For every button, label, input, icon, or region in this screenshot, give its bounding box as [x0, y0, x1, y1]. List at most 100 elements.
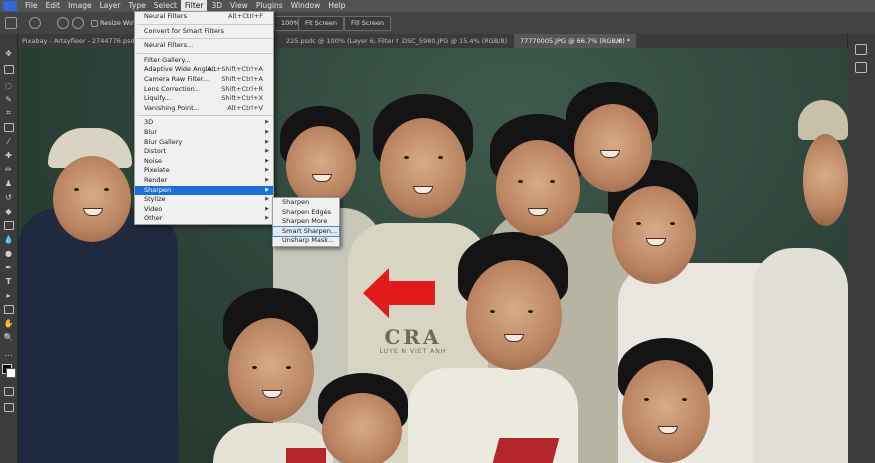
- menu-item-label: Video: [144, 204, 163, 213]
- crop-tool-icon[interactable]: ⌗: [3, 108, 14, 118]
- gradient-tool-icon[interactable]: [3, 220, 14, 230]
- tab-document-1[interactable]: Pixabay - Artsyfleer - 2744776.psdc: [22, 34, 137, 48]
- filter-menu-item-camera-raw-filter[interactable]: Camera Raw Filter... Shift+Ctrl+A: [135, 75, 273, 85]
- shirt-right: [753, 248, 848, 463]
- history-brush-tool-icon[interactable]: ↺: [3, 192, 14, 202]
- zoom-tool-panel-icon[interactable]: 🔍: [3, 332, 14, 342]
- submenu-arrow-icon: ▶: [265, 119, 269, 126]
- menu-image[interactable]: Image: [64, 0, 96, 12]
- filter-menu-item-neural-filters[interactable]: Neural Filters Alt+Ctrl+F: [135, 12, 273, 22]
- filter-menu-item-render[interactable]: Render ▶: [135, 176, 273, 186]
- jacket-left: [18, 208, 178, 463]
- filter-menu-item-distort[interactable]: Distort ▶: [135, 147, 273, 157]
- menu-separator: [137, 23, 273, 25]
- eye: [528, 310, 533, 313]
- sharpen-menu-item-smart-sharpen[interactable]: Smart Sharpen...: [272, 225, 340, 238]
- background-color-swatch[interactable]: [6, 368, 16, 378]
- filter-menu-item-blur-gallery[interactable]: Blur Gallery ▶: [135, 138, 273, 148]
- menu-item-label: Other: [144, 214, 163, 223]
- home-icon[interactable]: [5, 17, 17, 29]
- menu-item-shortcut: Alt+Ctrl+V: [227, 103, 263, 112]
- zoom-in-icon[interactable]: [57, 17, 69, 29]
- filter-menu-item-video[interactable]: Video ▶: [135, 205, 273, 215]
- sharpen-menu-item-sharpen[interactable]: Sharpen: [273, 198, 339, 208]
- resize-window-checkbox[interactable]: [91, 20, 98, 27]
- fill-screen-button[interactable]: Fill Screen: [344, 16, 392, 31]
- fit-screen-button[interactable]: Fit Screen: [298, 16, 345, 31]
- photoshop-logo-icon[interactable]: [3, 1, 17, 11]
- sharpen-menu-item-unsharp-mask[interactable]: Unsharp Mask...: [273, 236, 339, 246]
- filter-menu-item-other[interactable]: Other ▶: [135, 214, 273, 224]
- menu-item-label: 3D: [144, 118, 154, 127]
- more-tools-icon[interactable]: …: [3, 348, 14, 358]
- eye: [670, 222, 675, 225]
- dodge-tool-icon[interactable]: ●: [3, 248, 14, 258]
- submenu-arrow-icon: ▶: [265, 148, 269, 155]
- sharpen-menu-item-sharpen-more[interactable]: Sharpen More: [273, 217, 339, 227]
- move-tool-icon[interactable]: ✥: [3, 48, 14, 58]
- zoom-tool-icon[interactable]: [29, 17, 41, 29]
- menu-window[interactable]: Window: [287, 0, 325, 12]
- marquee-tool-icon[interactable]: [3, 64, 14, 74]
- type-tool-icon[interactable]: T: [3, 276, 14, 286]
- filter-menu-item-neural-filters[interactable]: Neural Filters...: [135, 41, 273, 51]
- filter-menu-item-adaptive-wide-angle[interactable]: Adaptive Wide Angle... Alt+Shift+Ctrl+A: [135, 65, 273, 75]
- eyedropper-tool-icon[interactable]: ⁄: [3, 136, 14, 146]
- lasso-tool-icon[interactable]: ◌: [3, 80, 14, 90]
- face-right-edge: [803, 134, 848, 226]
- menu-item-label: Liquify...: [144, 94, 171, 103]
- menu-separator: [137, 52, 273, 54]
- filter-menu-item-stylize[interactable]: Stylize ▶: [135, 195, 273, 205]
- filter-menu-item-convert-for-smart-filters[interactable]: Convert for Smart Filters: [135, 27, 273, 37]
- rectangle-tool-icon[interactable]: [3, 304, 14, 314]
- pen-tool-icon[interactable]: ✒: [3, 262, 14, 272]
- filter-menu-item-sharpen[interactable]: Sharpen ▶: [135, 185, 273, 196]
- sharpen-menu-item-sharpen-edges[interactable]: Sharpen Edges: [273, 208, 339, 218]
- menu-item-label: Sharpen: [282, 198, 310, 206]
- face-boy-front-left: [228, 318, 314, 422]
- quick-mask-icon[interactable]: [3, 386, 14, 396]
- menu-item-label: Pixelate: [144, 166, 170, 175]
- blur-tool-icon[interactable]: 💧: [3, 234, 14, 244]
- menu-item-label: Sharpen: [144, 185, 172, 194]
- menu-edit[interactable]: Edit: [42, 0, 65, 12]
- tab-document-3[interactable]: DSC_5980.JPG @ 15.4% (RGB/8): [402, 34, 510, 48]
- eye: [490, 310, 495, 313]
- menu-help[interactable]: Help: [324, 0, 349, 12]
- zoom-out-icon[interactable]: [72, 17, 84, 29]
- menu-item-label: Neural Filters...: [144, 41, 194, 50]
- eye: [104, 188, 109, 191]
- filter-menu-item-lens-correction[interactable]: Lens Correction... Shift+Ctrl+R: [135, 85, 273, 95]
- menu-bar: File Edit Image Layer Type Select Filter…: [0, 0, 875, 12]
- brush-tool-icon[interactable]: ✏: [3, 164, 14, 174]
- screen-mode-icon[interactable]: [3, 402, 14, 412]
- filter-menu-item-filter-gallery[interactable]: Filter Gallery...: [135, 56, 273, 66]
- filter-menu-item-pixelate[interactable]: Pixelate ▶: [135, 166, 273, 176]
- history-panel-icon[interactable]: [855, 44, 867, 55]
- menu-layer[interactable]: Layer: [96, 0, 125, 12]
- tab-document-2[interactable]: 225.psdc @ 100% (Layer 6, Filter Mask/8): [286, 34, 398, 48]
- healing-brush-tool-icon[interactable]: ✚: [3, 150, 14, 160]
- frame-tool-icon[interactable]: [3, 122, 14, 132]
- eye: [518, 180, 523, 183]
- shirt-print: CRA LUYE N VIET ANH: [378, 326, 448, 366]
- filter-menu-item-blur[interactable]: Blur ▶: [135, 128, 273, 138]
- menu-item-label: Unsharp Mask...: [282, 236, 335, 245]
- clone-stamp-tool-icon[interactable]: ♟: [3, 178, 14, 188]
- hand-tool-icon[interactable]: ✋: [3, 318, 14, 328]
- filter-menu-item-vanishing-point[interactable]: Vanishing Point... Alt+Ctrl+V: [135, 104, 273, 114]
- submenu-arrow-icon: ▶: [265, 157, 269, 164]
- menu-separator: [137, 115, 273, 117]
- submenu-arrow-icon: ▶: [265, 196, 269, 203]
- filter-menu-item-noise[interactable]: Noise ▶: [135, 157, 273, 167]
- filter-menu-item-3d[interactable]: 3D ▶: [135, 118, 273, 128]
- eraser-tool-icon[interactable]: ◆: [3, 206, 14, 216]
- filter-menu-item-liquify[interactable]: Liquify... Shift+Ctrl+X: [135, 94, 273, 104]
- path-selection-tool-icon[interactable]: ▸: [3, 290, 14, 300]
- properties-panel-icon[interactable]: [855, 62, 867, 73]
- close-tab-icon[interactable]: ×: [616, 34, 626, 48]
- shirt-print-small-text: LUYE N VIET ANH: [379, 348, 447, 355]
- menu-file[interactable]: File: [21, 0, 42, 12]
- face-girl: [612, 186, 696, 284]
- quick-select-tool-icon[interactable]: ✎: [3, 94, 14, 104]
